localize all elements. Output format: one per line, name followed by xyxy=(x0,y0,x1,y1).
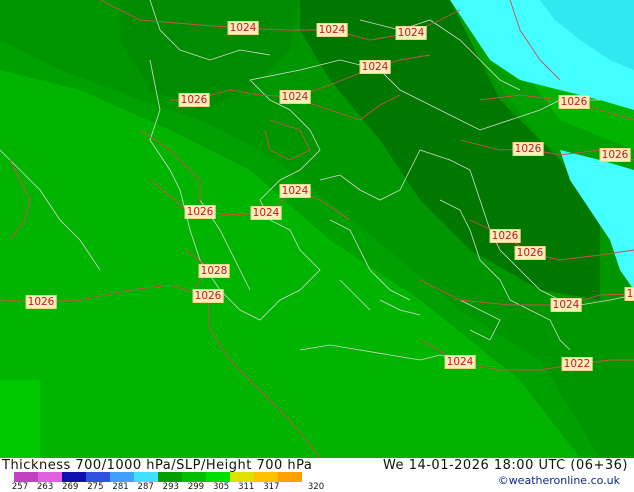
isobar-label: 1026 xyxy=(184,205,216,219)
isobar-label: 1024 xyxy=(250,206,282,220)
scale-swatch xyxy=(86,472,111,482)
map-footer: Thickness 700/1000 hPa/SLP/Height 700 hP… xyxy=(0,458,634,492)
isobar-label: 1024 xyxy=(279,184,311,198)
scale-tick-label: 317 xyxy=(263,482,280,492)
map-canvas xyxy=(0,0,634,458)
scale-swatch xyxy=(206,472,231,482)
scale-tick-label: 275 xyxy=(87,482,104,492)
isobar-label: 1026 xyxy=(514,246,546,260)
scale-swatch xyxy=(14,472,39,482)
isobar-label: 1 xyxy=(624,287,634,301)
isobar-label: 1024 xyxy=(550,298,582,312)
scale-swatch xyxy=(278,472,302,482)
scale-swatch xyxy=(110,472,135,482)
isobar-label: 1026 xyxy=(512,142,544,156)
scale-tick-label: 269 xyxy=(62,482,79,492)
scale-tick-label: 263 xyxy=(37,482,54,492)
isobar-label: 1026 xyxy=(599,148,631,162)
product-title: Thickness 700/1000 hPa/SLP/Height 700 hP… xyxy=(2,458,313,473)
scale-swatch xyxy=(230,472,255,482)
copyright-link[interactable]: ©weatheronline.co.uk xyxy=(498,474,620,487)
scale-tick-label: 281 xyxy=(112,482,129,492)
valid-time: We 14-01-2026 18:00 UTC (06+36) xyxy=(382,458,628,473)
scale-swatch xyxy=(134,472,159,482)
weather-map: 1024 1024 1024 1024 1026 1024 1026 1026 … xyxy=(0,0,634,458)
isobar-label: 1024 xyxy=(444,355,476,369)
scale-tick-label: 305 xyxy=(212,482,230,492)
isobar-label: 1024 xyxy=(359,60,391,74)
isobar-label: 1024 xyxy=(227,21,259,35)
scale-tick-label: 287 xyxy=(137,482,154,492)
isobar-label: 1026 xyxy=(489,229,521,243)
isobar-label: 1024 xyxy=(279,90,311,104)
scale-swatch xyxy=(158,472,183,482)
scale-tick-label: 293 xyxy=(162,482,179,492)
isobar-label: 1028 xyxy=(198,264,230,278)
scale-tick-label: 257 xyxy=(11,482,29,492)
isobar-label: 1026 xyxy=(192,289,224,303)
scale-tick-label: 299 xyxy=(187,482,205,492)
scale-swatch xyxy=(62,472,87,482)
isobar-label: 1024 xyxy=(395,26,427,40)
isobar-label: 1026 xyxy=(558,95,590,109)
scale-tick-label: 320 xyxy=(307,482,325,492)
scale-swatch xyxy=(38,472,63,482)
isobar-label: 1026 xyxy=(178,93,210,107)
isobar-label: 1022 xyxy=(561,357,593,371)
isobar-label: 1024 xyxy=(316,23,348,37)
scale-swatch xyxy=(182,472,207,482)
thickness-band-southwest xyxy=(0,380,40,458)
isobar-label: 1026 xyxy=(25,295,57,309)
scale-tick-label: 311 xyxy=(238,482,255,492)
color-scale xyxy=(14,472,302,482)
scale-swatch xyxy=(254,472,279,482)
